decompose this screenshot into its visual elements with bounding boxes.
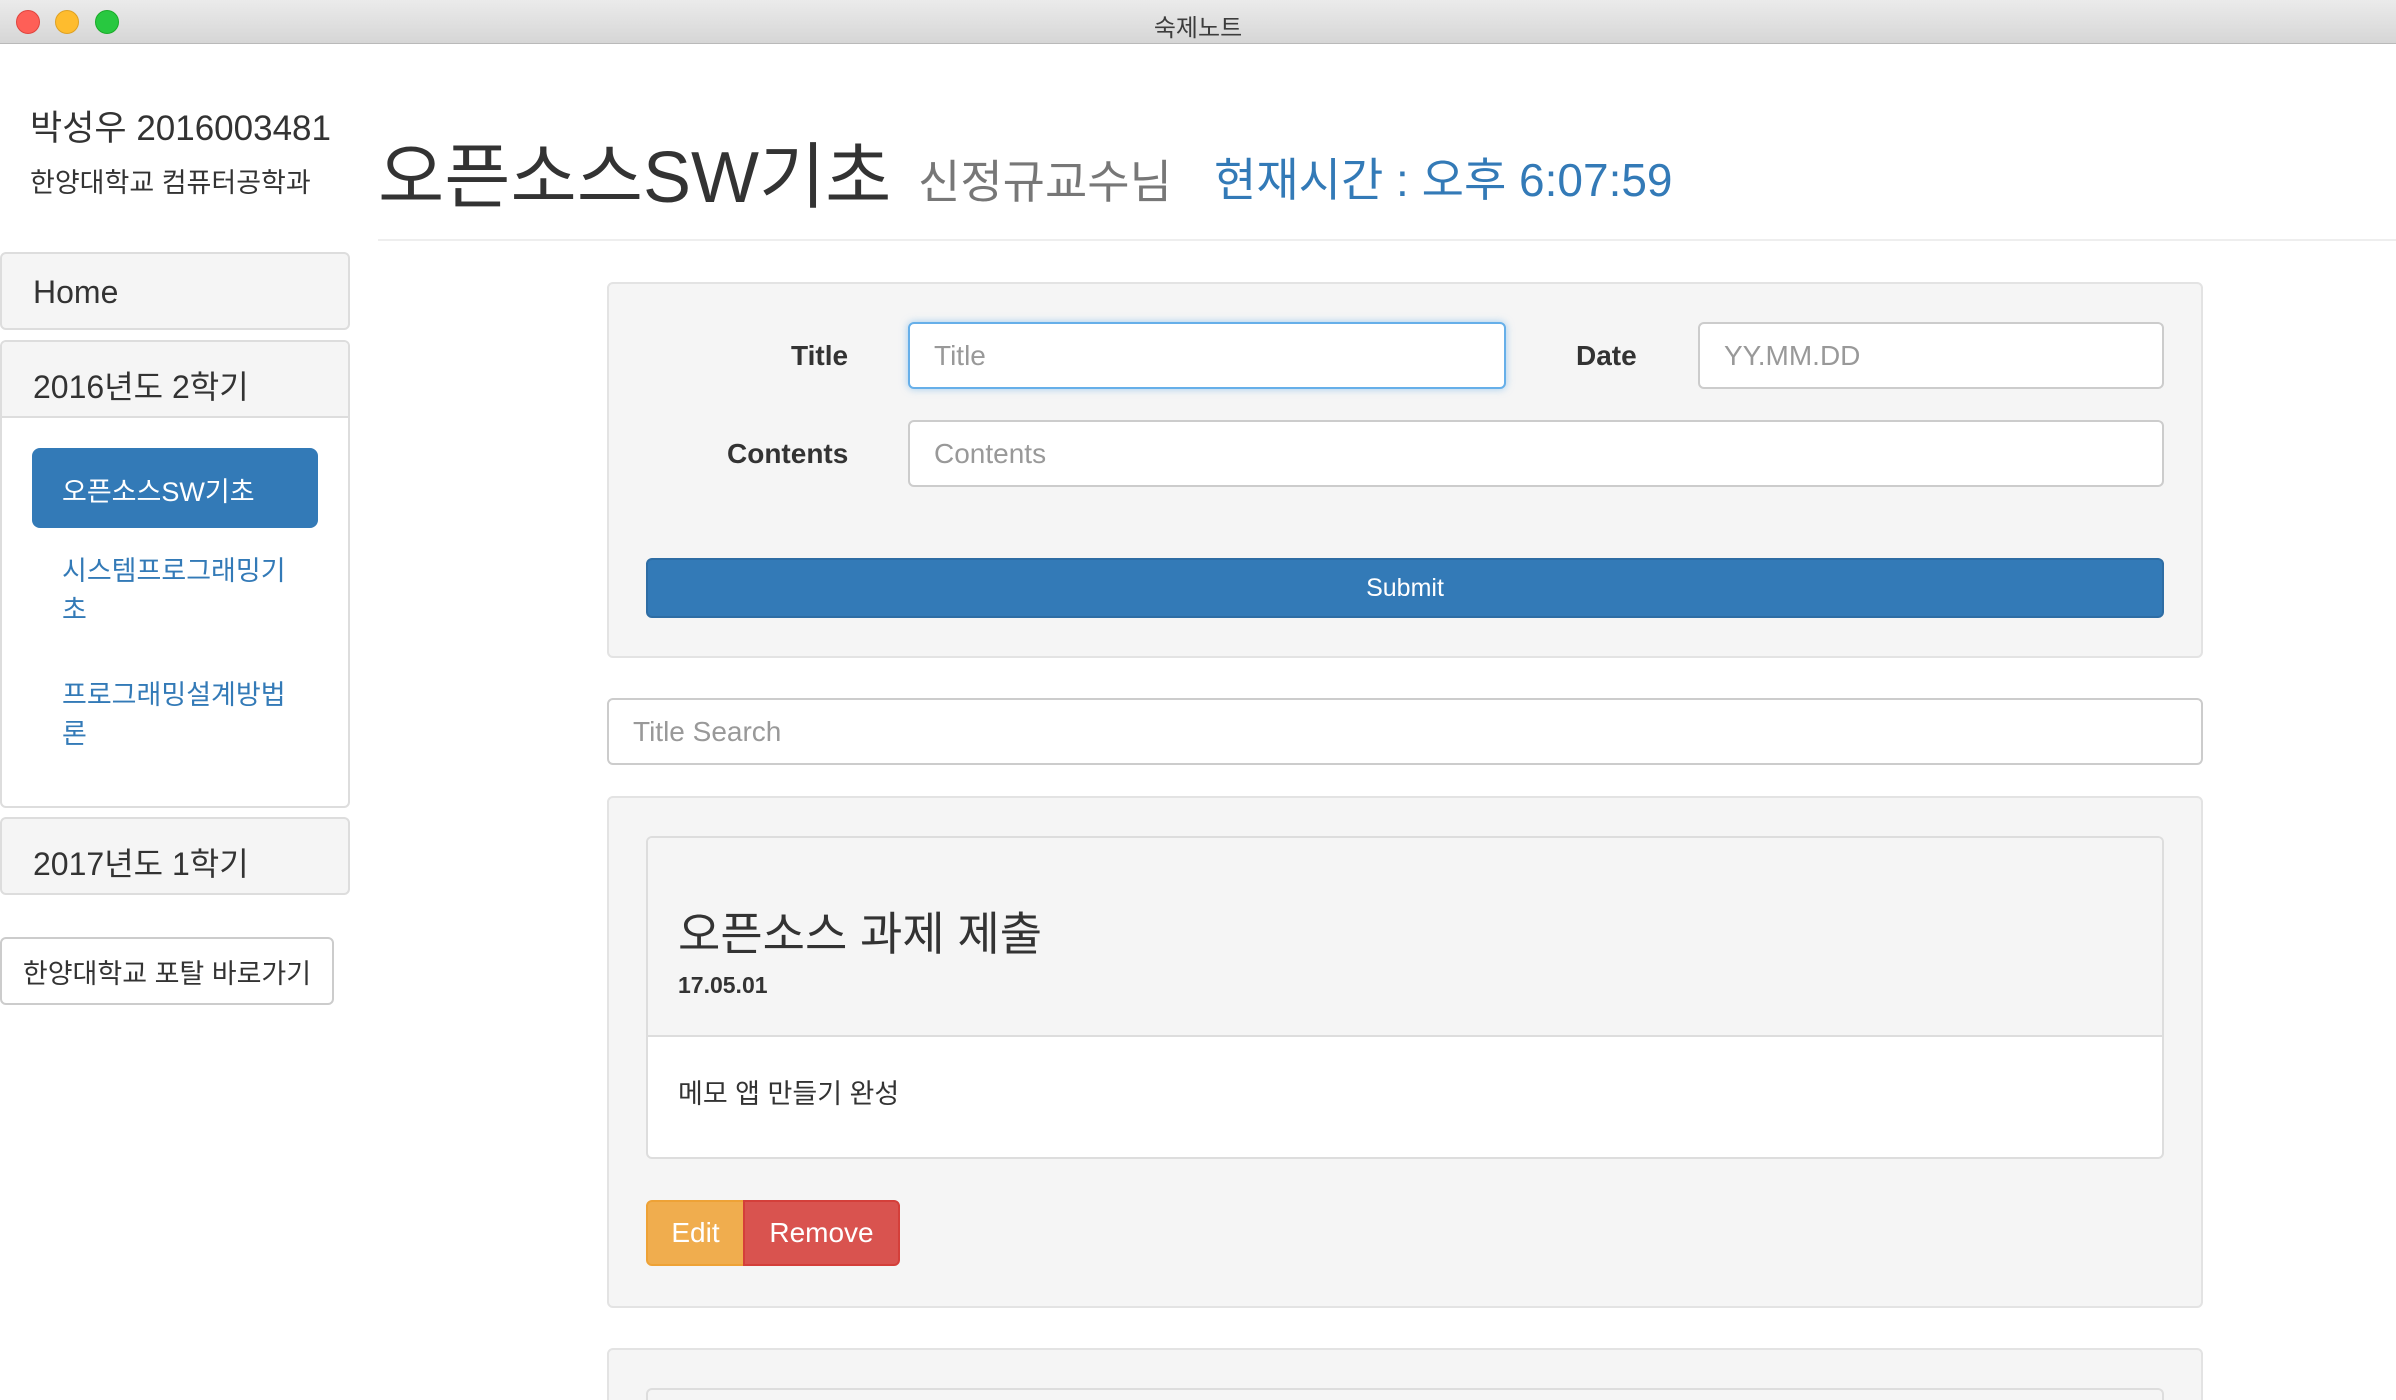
sidebar-course-system-programming[interactable]: 시스템프로그래밍기초 xyxy=(62,552,302,630)
user-name: 박성우 2016003481 xyxy=(30,109,331,148)
memo-card-header: 오픈소스 과제 제출 17.05.01 xyxy=(648,838,2162,1037)
sidebar-home-panel[interactable]: Home xyxy=(0,252,350,330)
current-time-clock: 현재시간 : 오후 6:07:59 xyxy=(1214,154,1673,206)
sidebar-semester-label: 2017년도 1학기 xyxy=(33,846,249,882)
remove-button[interactable]: Remove xyxy=(743,1200,900,1266)
sidebar-semester-header[interactable]: 2016년도 2학기 xyxy=(2,342,348,418)
memo-card: 오픈소스 과제 제출 17.05.01 메모 앱 만들기 완성 xyxy=(646,836,2164,1159)
memo-contents: 메모 앱 만들기 완성 xyxy=(678,1079,900,1109)
contents-label: Contents xyxy=(727,438,849,469)
window-title: 숙제노트 xyxy=(1153,15,1243,42)
professor-name: 신정규교수님 xyxy=(918,156,1172,208)
user-department: 한양대학교 컴퓨터공학과 xyxy=(30,168,311,198)
title-search-input[interactable] xyxy=(607,698,2203,765)
date-input[interactable] xyxy=(1698,322,2164,389)
sidebar-home-label: Home xyxy=(33,274,119,310)
memo-title: 오픈소스 과제 제출 xyxy=(678,908,1043,960)
sidebar-course-opensource-sw[interactable]: 오픈소스SW기초 xyxy=(32,448,318,528)
title-label: Title xyxy=(791,340,849,371)
sidebar-semester-label: 2016년도 2학기 xyxy=(33,369,249,405)
submit-button[interactable]: Submit xyxy=(646,558,2164,618)
date-label: Date xyxy=(1576,340,1637,371)
window-titlebar: 숙제노트 xyxy=(0,0,2396,44)
header-divider xyxy=(378,239,2396,241)
sidebar-semester-panel-2017-1[interactable]: 2017년도 1학기 xyxy=(0,817,350,895)
contents-input[interactable] xyxy=(908,420,2164,487)
edit-button[interactable]: Edit xyxy=(646,1200,745,1266)
portal-link-button[interactable]: 한양대학교 포탈 바로가기 xyxy=(0,937,334,1005)
memo-date: 17.05.01 xyxy=(678,972,768,998)
page-title: 오픈소스SW기초 xyxy=(378,138,892,218)
sidebar-course-programming-design[interactable]: 프로그래밍설계방법론 xyxy=(62,676,302,754)
memo-card-next xyxy=(646,1388,2164,1400)
title-input[interactable] xyxy=(908,322,1506,389)
